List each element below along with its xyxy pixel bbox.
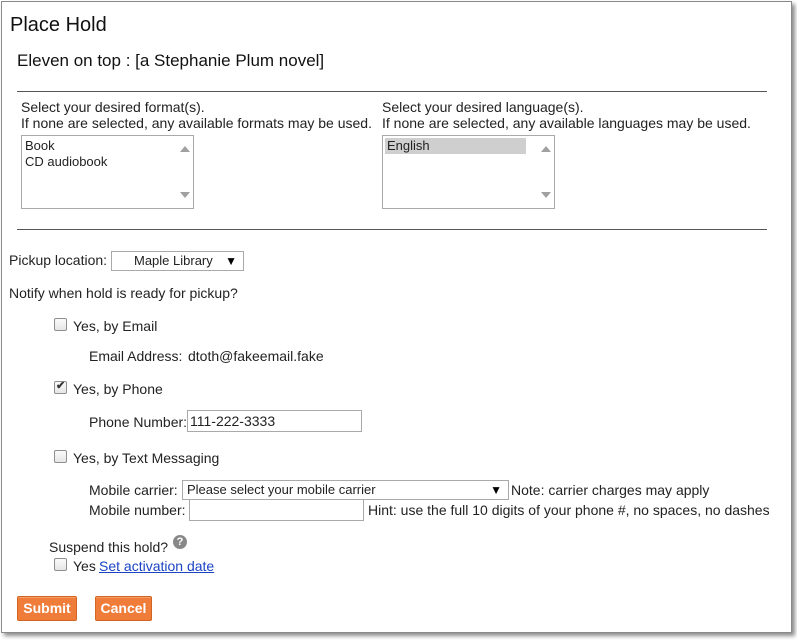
scroll-up-icon[interactable]: [541, 146, 551, 152]
language-listbox[interactable]: English: [382, 135, 555, 209]
suspend-yes-label: Yes: [73, 558, 96, 574]
mobile-number-input[interactable]: [189, 499, 364, 521]
mobile-number-label: Mobile number:: [89, 502, 186, 518]
carrier-charges-note: Note: carrier charges may apply: [511, 482, 710, 498]
email-address-label: Email Address:: [89, 348, 183, 364]
language-scrollbar[interactable]: [537, 136, 554, 208]
cancel-button[interactable]: Cancel: [95, 596, 152, 621]
format-option-book[interactable]: Book: [22, 138, 165, 154]
dialog-title: Place Hold: [10, 14, 107, 36]
mobile-carrier-value: Please select your mobile carrier: [187, 482, 376, 497]
email-option-label: Yes, by Email: [73, 318, 158, 334]
email-address-value: dtoth@fakeemail.fake: [188, 348, 324, 364]
sms-checkbox[interactable]: [54, 450, 67, 463]
divider-bottom: [17, 229, 767, 230]
scroll-down-icon[interactable]: [180, 192, 190, 198]
suspend-label: Suspend this hold?: [49, 539, 169, 555]
pickup-location-value: Maple Library: [134, 253, 213, 268]
phone-option-label: Yes, by Phone: [73, 381, 163, 397]
phone-checkbox[interactable]: ✔: [54, 380, 67, 394]
phone-number-input[interactable]: 111-222-3333: [187, 410, 362, 432]
set-activation-date-link[interactable]: Set activation date: [99, 558, 214, 574]
dropdown-arrow-icon: ▼: [490, 483, 502, 497]
dropdown-arrow-icon: ▼: [225, 254, 237, 268]
mobile-carrier-label: Mobile carrier:: [89, 482, 178, 498]
format-heading: Select your desired format(s).: [21, 99, 205, 115]
pickup-location-select[interactable]: Maple Library ▼: [111, 251, 244, 271]
scroll-up-icon[interactable]: [180, 146, 190, 152]
email-checkbox[interactable]: [54, 318, 67, 331]
notify-heading: Notify when hold is ready for pickup?: [9, 285, 238, 301]
divider-top: [17, 91, 767, 92]
mobile-carrier-select[interactable]: Please select your mobile carrier ▼: [182, 480, 509, 500]
sms-option-label: Yes, by Text Messaging: [73, 450, 220, 466]
place-hold-dialog: Place Hold Eleven on top : [a Stephanie …: [1, 1, 792, 633]
phone-number-label: Phone Number:: [89, 414, 188, 430]
language-option-english[interactable]: English: [385, 138, 526, 154]
scroll-down-icon[interactable]: [541, 192, 551, 198]
format-option-cd-audiobook[interactable]: CD audiobook: [22, 154, 165, 170]
language-heading: Select your desired language(s).: [382, 99, 584, 115]
format-listbox[interactable]: Book CD audiobook: [21, 135, 194, 209]
mobile-number-hint: Hint: use the full 10 digits of your pho…: [368, 502, 770, 518]
format-scrollbar[interactable]: [176, 136, 193, 208]
suspend-checkbox[interactable]: [54, 558, 67, 571]
language-note: If none are selected, any available lang…: [382, 115, 751, 131]
pickup-location-label: Pickup location:: [9, 252, 108, 268]
help-question-icon[interactable]: ?: [173, 535, 187, 549]
checkmark-icon: ✔: [56, 380, 66, 392]
format-note: If none are selected, any available form…: [21, 115, 372, 131]
item-title: Eleven on top : [a Stephanie Plum novel]: [17, 51, 325, 70]
submit-button[interactable]: Submit: [17, 596, 77, 621]
